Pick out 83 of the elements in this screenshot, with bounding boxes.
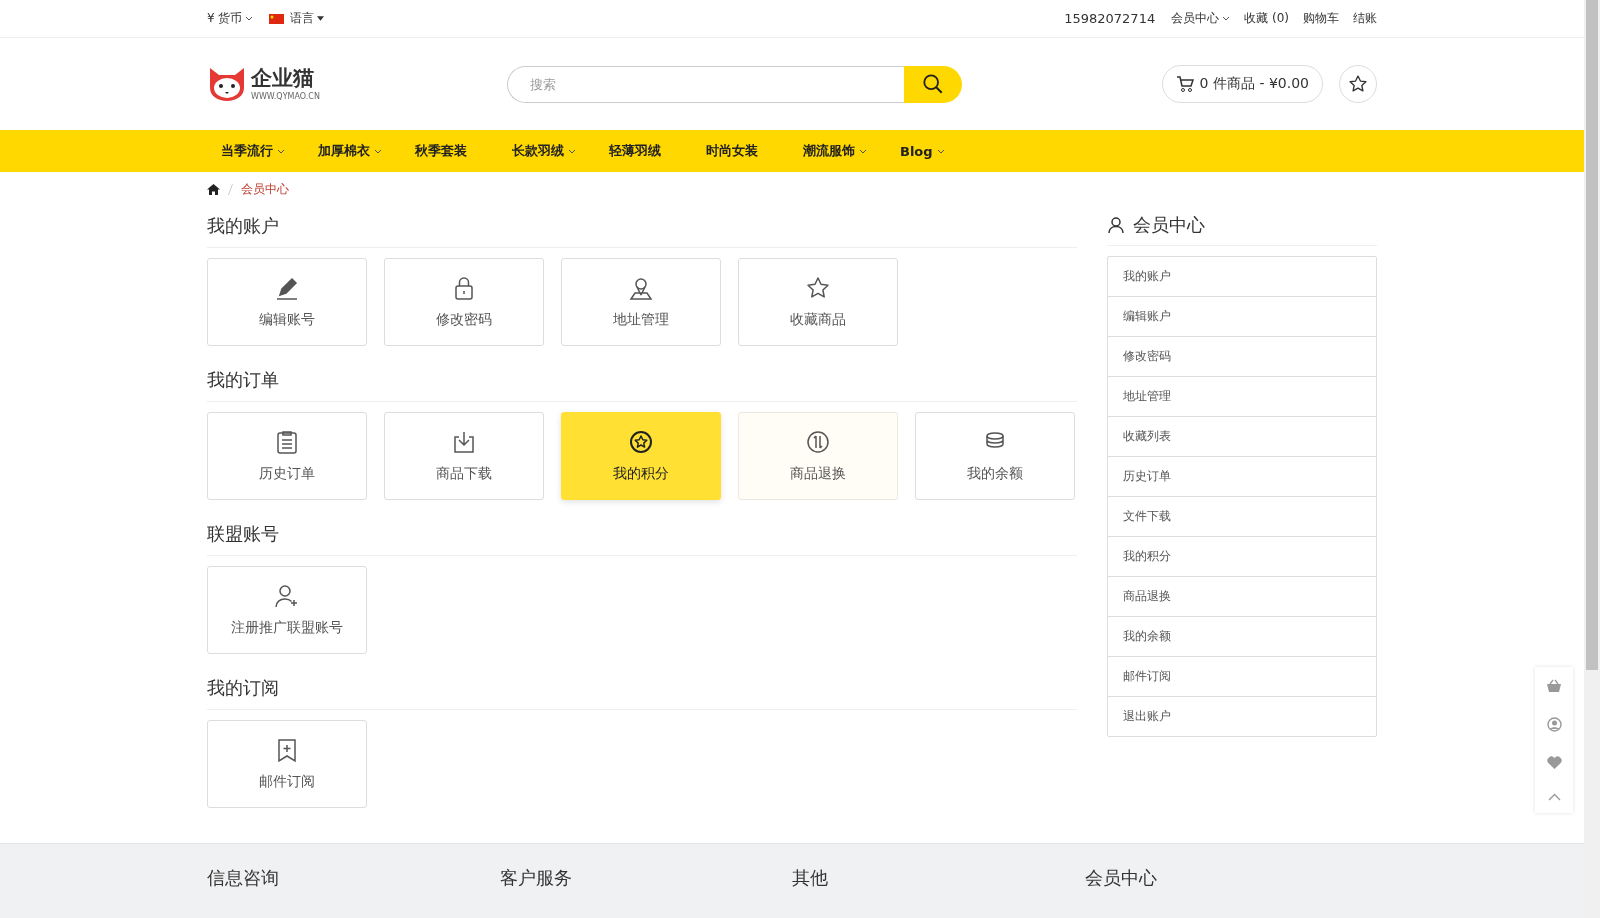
section-title: 联盟账号 xyxy=(207,514,1077,556)
download-icon xyxy=(451,429,477,455)
top-link[interactable]: 收藏 (0) xyxy=(1244,10,1289,27)
wishlist-button[interactable] xyxy=(1339,65,1377,103)
chevron-down-icon xyxy=(859,148,867,154)
chevron-down-icon xyxy=(245,16,254,21)
section-title: 我的订阅 xyxy=(207,668,1077,710)
currency-menu[interactable]: ¥ 货币 xyxy=(207,10,254,27)
menu-card[interactable]: 商品下载 xyxy=(384,412,544,500)
chevron-down-icon xyxy=(936,148,945,154)
sidebar-item[interactable]: 文件下载 xyxy=(1108,497,1376,537)
menu-item[interactable]: 时尚女装 xyxy=(706,142,803,160)
search-field[interactable]: 搜索 xyxy=(507,65,904,103)
menu-card[interactable]: 我的积分 xyxy=(561,412,721,500)
footer-heading: 信息咨询 xyxy=(207,866,280,890)
sidebar-item[interactable]: 我的账户 xyxy=(1108,257,1376,297)
exchange-icon xyxy=(805,429,831,455)
user-icon xyxy=(1107,216,1125,234)
cat-logo-icon xyxy=(207,66,247,102)
menu-card[interactable]: 编辑账号 xyxy=(207,258,367,346)
chevron-down-icon xyxy=(568,148,576,154)
search-icon xyxy=(922,73,944,95)
sidebar-item[interactable]: 地址管理 xyxy=(1108,377,1376,417)
top-link[interactable]: 结账 xyxy=(1353,10,1377,27)
sidebar-item[interactable]: 编辑账户 xyxy=(1108,297,1376,337)
sidebar-item[interactable]: 我的积分 xyxy=(1108,537,1376,577)
language-menu[interactable]: 语言 xyxy=(290,10,325,27)
menu-card[interactable]: 地址管理 xyxy=(561,258,721,346)
section-title: 我的账户 xyxy=(207,206,1077,248)
scrollbar[interactable] xyxy=(1584,0,1600,918)
section-title: 我的订单 xyxy=(207,360,1077,402)
cart-icon xyxy=(1175,75,1194,93)
menu-item[interactable]: 潮流服饰 xyxy=(803,142,900,160)
search-button[interactable] xyxy=(904,65,962,103)
footer-heading: 客户服务 xyxy=(499,866,573,890)
sidebar-item[interactable]: 商品退换 xyxy=(1108,577,1376,617)
menu-item[interactable]: 轻薄羽绒 xyxy=(609,142,706,160)
phone-number: 15982072714 xyxy=(1064,11,1156,26)
sidebar-item[interactable]: 历史订单 xyxy=(1108,457,1376,497)
menu-card[interactable]: 邮件订阅 xyxy=(207,720,367,808)
star-circle-icon xyxy=(628,429,654,455)
menu-card[interactable]: 收藏商品 xyxy=(738,258,898,346)
sidebar-item[interactable]: 我的余额 xyxy=(1108,617,1376,657)
footer-heading: 其他 xyxy=(792,866,829,890)
breadcrumb-separator-icon xyxy=(228,183,233,195)
sidebar-title: 会员中心 xyxy=(1133,213,1205,237)
sidebar-item[interactable]: 修改密码 xyxy=(1108,337,1376,377)
heart-icon[interactable] xyxy=(1546,756,1562,769)
menu-card[interactable]: 注册推广联盟账号 xyxy=(207,566,367,654)
star-icon xyxy=(1348,74,1368,94)
chevron-down-icon xyxy=(1222,16,1231,21)
caret-down-icon xyxy=(317,16,325,21)
menu-card[interactable]: 商品退换 xyxy=(738,412,898,500)
menu-card[interactable]: 修改密码 xyxy=(384,258,544,346)
user-circle-icon[interactable] xyxy=(1546,717,1562,732)
basket-icon[interactable] xyxy=(1546,679,1562,693)
chevron-down-icon xyxy=(277,148,285,154)
flag-icon xyxy=(269,13,285,24)
cart-button[interactable]: 0 件商品 - ¥0.00 xyxy=(1161,65,1323,103)
menu-card[interactable]: 历史订单 xyxy=(207,412,367,500)
menu-card[interactable]: 我的余额 xyxy=(915,412,1075,500)
user-plus-icon xyxy=(274,583,300,609)
logo-url: WWW.QYMAO.CN xyxy=(251,91,320,101)
breadcrumb-link[interactable]: 会员中心 xyxy=(241,180,289,198)
menu-item[interactable]: 秋季套装 xyxy=(415,142,512,160)
chevron-down-icon xyxy=(374,148,382,154)
clipboard-icon xyxy=(274,429,300,455)
map-pin-icon xyxy=(628,275,654,301)
pencil-icon xyxy=(274,275,300,301)
menu-item[interactable]: Blog xyxy=(900,143,997,159)
menu-item[interactable]: 当季流行 xyxy=(221,142,318,160)
sidebar-item[interactable]: 退出账户 xyxy=(1108,697,1376,736)
top-link[interactable]: 会员中心 xyxy=(1171,10,1231,27)
top-link[interactable]: 购物车 xyxy=(1303,10,1339,27)
scroll-top-icon[interactable] xyxy=(1547,793,1561,801)
home-icon[interactable] xyxy=(207,183,220,195)
menu-item[interactable]: 长款羽绒 xyxy=(512,142,609,160)
sidebar-item[interactable]: 收藏列表 xyxy=(1108,417,1376,457)
footer-heading: 会员中心 xyxy=(1084,866,1158,890)
star-icon xyxy=(805,275,831,301)
menu-item[interactable]: 加厚棉衣 xyxy=(318,142,415,160)
logo-name: 企业猫 xyxy=(251,67,315,89)
sidebar-item[interactable]: 邮件订阅 xyxy=(1108,657,1376,697)
